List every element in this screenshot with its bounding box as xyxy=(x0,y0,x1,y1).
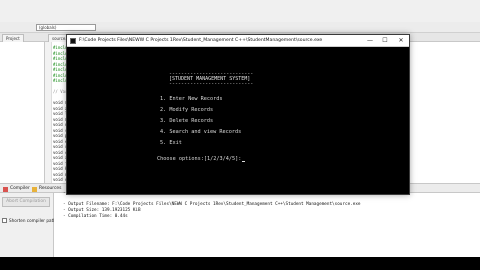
menu-item-delete-records: 3. Delete Records xyxy=(160,118,214,124)
tab-compiler[interactable]: Compiler xyxy=(3,185,30,193)
tab-resources-label: Resources xyxy=(39,186,62,191)
compiler-icon xyxy=(3,187,8,192)
menu-item-search-records: 4. Search and view Records xyxy=(160,129,242,135)
resources-icon xyxy=(32,187,37,192)
log-line: - Output Size: 139.1923125 KiB xyxy=(63,208,141,213)
options-prompt: Choose options:[1/2/3/4/5]: xyxy=(157,156,246,162)
shorten-paths-row[interactable]: Shorten compiler paths xyxy=(2,217,58,224)
letterbox-bar xyxy=(0,257,480,270)
maximize-button[interactable]: ☐ xyxy=(378,35,392,47)
console-title: F:\Code Projects Files\NEWW C Projects 1… xyxy=(79,38,323,43)
console-window[interactable]: F:\Code Projects Files\NEWW C Projects 1… xyxy=(66,34,410,195)
tab-resources[interactable]: Resources xyxy=(32,185,61,193)
compile-log: - Warnings: 0 - Output Filename: F:\Code… xyxy=(54,191,480,257)
tab-project[interactable]: Project xyxy=(2,34,24,42)
menu-item-exit: 5. Exit xyxy=(160,140,182,146)
console-output[interactable]: ---------------------------- [STUDENT MA… xyxy=(67,47,409,194)
compile-controls: Abort Compilation Shorten compiler paths xyxy=(0,193,58,257)
close-button[interactable]: ✕ xyxy=(394,35,408,47)
ide-toolbar: (globals) xyxy=(0,22,480,33)
log-line: - Compilation Time: 0.44s xyxy=(63,214,128,219)
text-cursor xyxy=(242,161,246,162)
project-pane xyxy=(0,42,45,183)
shorten-paths-checkbox[interactable] xyxy=(2,218,7,223)
log-line: - Output Filename: F:\Code Projects File… xyxy=(63,202,361,207)
options-prompt-text: Choose options:[1/2/3/4/5]: xyxy=(157,156,242,162)
minimize-button[interactable]: — xyxy=(363,35,377,47)
abort-compilation-button[interactable]: Abort Compilation xyxy=(2,197,50,207)
menu-item-modify-records: 2. Modify Records xyxy=(160,107,214,113)
tab-compiler-label: Compiler xyxy=(10,186,30,191)
menu-item-enter-records: 1. Enter New Records xyxy=(160,96,223,102)
banner-rule-bottom: ---------------------------- xyxy=(169,81,254,87)
console-app-icon xyxy=(70,38,76,44)
shorten-paths-label: Shorten compiler paths xyxy=(9,218,59,223)
console-titlebar[interactable]: F:\Code Projects Files\NEWW C Projects 1… xyxy=(67,35,409,47)
editor-gutter xyxy=(45,42,52,183)
scope-combo[interactable]: (globals) xyxy=(36,24,96,31)
